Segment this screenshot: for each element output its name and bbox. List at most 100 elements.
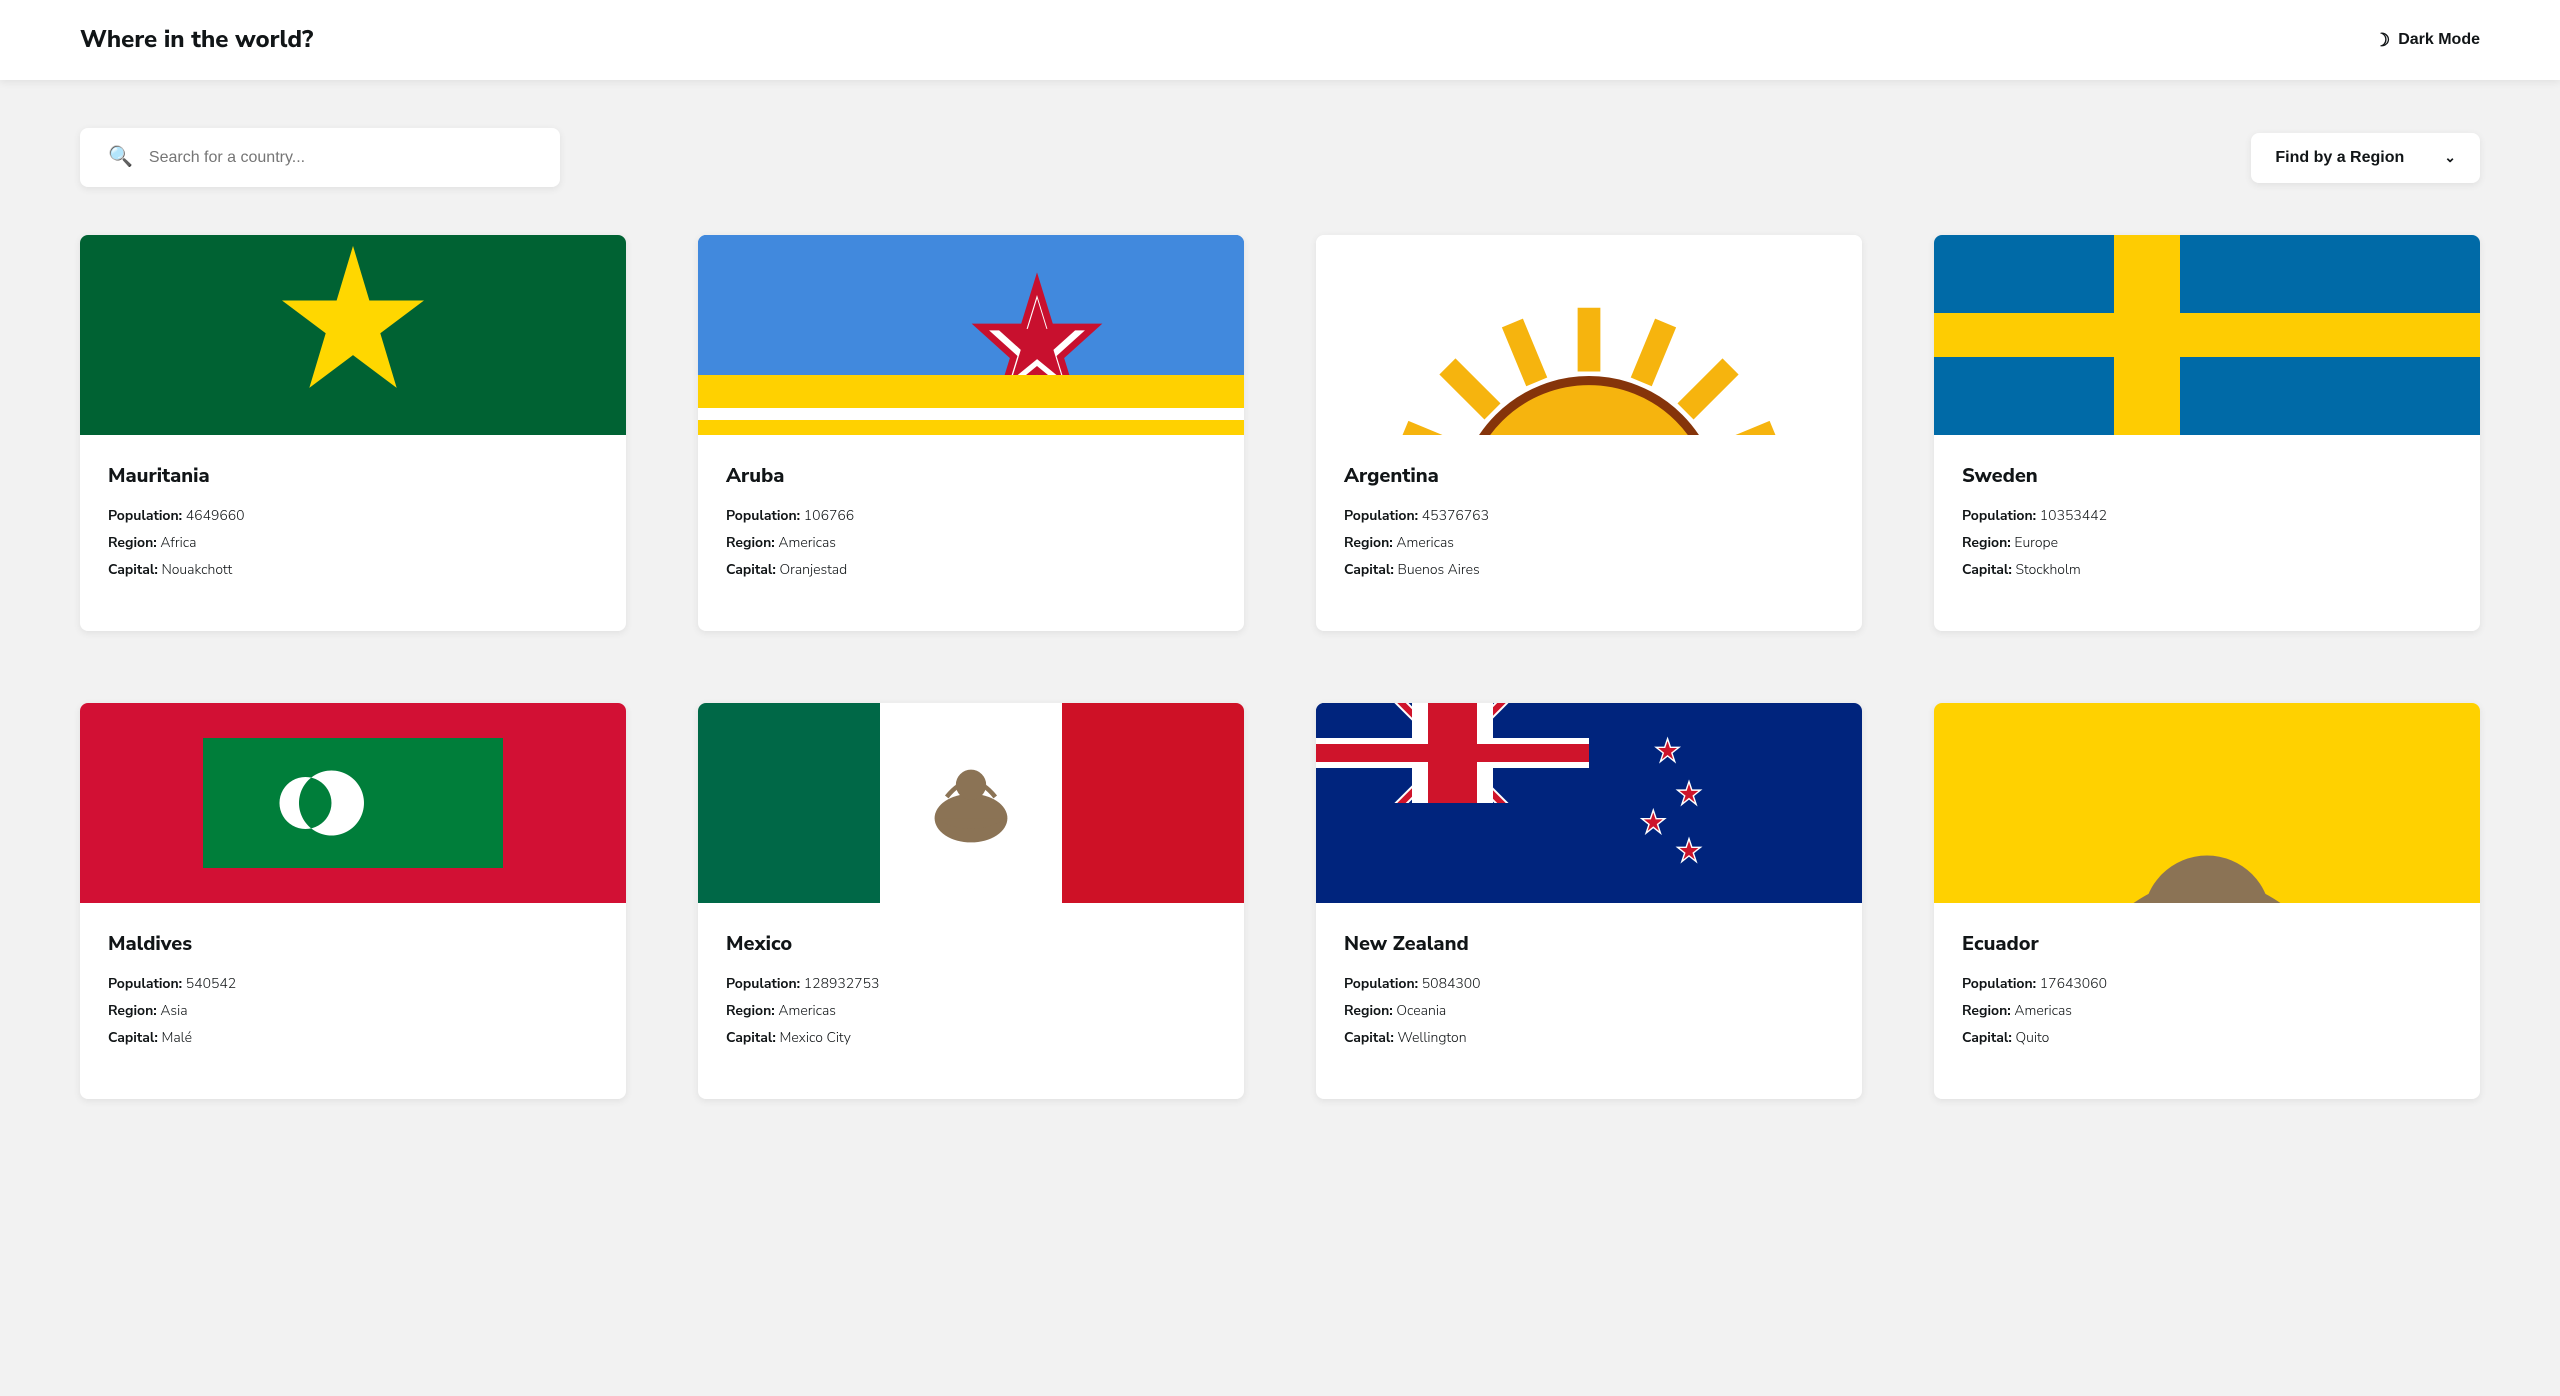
search-box: 🔍 (80, 128, 560, 187)
countries-grid: Mauritania Population: 4649660 Region: A… (80, 235, 2480, 1099)
country-flag (1934, 235, 2480, 435)
country-region: Region: Americas (1962, 1001, 2452, 1020)
capital-value: Wellington (1397, 1028, 1466, 1047)
capital-value: Mexico City (779, 1028, 850, 1047)
country-flag (80, 703, 626, 903)
country-card[interactable]: Mauritania Population: 4649660 Region: A… (80, 235, 626, 631)
region-label: Region: (1962, 1001, 2011, 1020)
country-flag (1934, 703, 2480, 903)
region-label: Region: (1344, 1001, 1393, 1020)
country-capital: Capital: Buenos Aires (1344, 560, 1834, 579)
population-label: Population: (726, 974, 800, 993)
region-label: Region: (108, 533, 157, 552)
site-header: Where in the world? ☽ Dark Mode (0, 0, 2560, 80)
region-label: Region: (108, 1001, 157, 1020)
capital-label: Capital: (1344, 560, 1394, 579)
capital-value: Oranjestad (779, 560, 847, 579)
region-value: Americas (778, 533, 836, 552)
country-name: Ecuador (1962, 931, 2452, 958)
country-name: Argentina (1344, 463, 1834, 490)
region-value: Africa (160, 533, 196, 552)
country-name: Mauritania (108, 463, 598, 490)
region-dropdown: Find by a Region ⌄ (2251, 133, 2480, 183)
population-label: Population: (1344, 974, 1418, 993)
card-body: Mexico Population: 128932753 Region: Ame… (698, 903, 1244, 1099)
country-capital: Capital: Wellington (1344, 1028, 1834, 1047)
capital-label: Capital: (1344, 1028, 1394, 1047)
country-card[interactable]: Maldives Population: 540542 Region: Asia… (80, 703, 626, 1099)
region-value: Americas (778, 1001, 836, 1020)
capital-label: Capital: (1962, 1028, 2012, 1047)
population-label: Population: (1962, 974, 2036, 993)
country-card[interactable]: Sweden Population: 10353442 Region: Euro… (1934, 235, 2480, 631)
region-value: Asia (160, 1001, 187, 1020)
capital-label: Capital: (1962, 560, 2012, 579)
card-body: Maldives Population: 540542 Region: Asia… (80, 903, 626, 1099)
country-card[interactable]: Ecuador Population: 17643060 Region: Ame… (1934, 703, 2480, 1099)
country-population: Population: 5084300 (1344, 974, 1834, 993)
country-name: Maldives (108, 931, 598, 958)
country-region: Region: Asia (108, 1001, 598, 1020)
country-flag (698, 235, 1244, 435)
country-card[interactable]: New Zealand Population: 5084300 Region: … (1316, 703, 1862, 1099)
population-label: Population: (108, 974, 182, 993)
dark-mode-label: Dark Mode (2398, 31, 2480, 49)
country-card[interactable]: Aruba Population: 106766 Region: America… (698, 235, 1244, 631)
population-value: 106766 (804, 506, 854, 525)
moon-icon: ☽ (2374, 30, 2390, 51)
country-name: Sweden (1962, 463, 2452, 490)
population-label: Population: (726, 506, 800, 525)
region-value: Europe (2014, 533, 2058, 552)
dark-mode-toggle[interactable]: ☽ Dark Mode (2374, 30, 2480, 51)
country-region: Region: Americas (1344, 533, 1834, 552)
region-label: Region: (726, 533, 775, 552)
capital-value: Stockholm (2015, 560, 2080, 579)
capital-label: Capital: (108, 1028, 158, 1047)
card-body: New Zealand Population: 5084300 Region: … (1316, 903, 1862, 1099)
capital-value: Malé (161, 1028, 192, 1047)
population-value: 5084300 (1422, 974, 1481, 993)
country-region: Region: Americas (726, 1001, 1216, 1020)
population-label: Population: (1344, 506, 1418, 525)
country-capital: Capital: Malé (108, 1028, 598, 1047)
country-capital: Capital: Oranjestad (726, 560, 1216, 579)
region-value: Americas (2014, 1001, 2072, 1020)
country-name: Aruba (726, 463, 1216, 490)
region-value: Oceania (1396, 1001, 1446, 1020)
country-population: Population: 106766 (726, 506, 1216, 525)
country-card[interactable]: Argentina Population: 45376763 Region: A… (1316, 235, 1862, 631)
controls-bar: 🔍 Find by a Region ⌄ (80, 128, 2480, 187)
country-population: Population: 128932753 (726, 974, 1216, 993)
card-body: Ecuador Population: 17643060 Region: Ame… (1934, 903, 2480, 1099)
population-value: 540542 (186, 974, 236, 993)
region-label: Region: (1344, 533, 1393, 552)
country-population: Population: 17643060 (1962, 974, 2452, 993)
population-value: 4649660 (186, 506, 245, 525)
population-value: 45376763 (1422, 506, 1489, 525)
region-label: Region: (1962, 533, 2011, 552)
population-label: Population: (108, 506, 182, 525)
capital-value: Quito (2015, 1028, 2049, 1047)
region-value: Americas (1396, 533, 1454, 552)
card-body: Aruba Population: 106766 Region: America… (698, 435, 1244, 631)
region-label: Region: (726, 1001, 775, 1020)
country-capital: Capital: Quito (1962, 1028, 2452, 1047)
country-flag (1316, 703, 1862, 903)
country-population: Population: 4649660 (108, 506, 598, 525)
country-name: New Zealand (1344, 931, 1834, 958)
card-body: Sweden Population: 10353442 Region: Euro… (1934, 435, 2480, 631)
population-value: 10353442 (2040, 506, 2107, 525)
country-card[interactable]: Mexico Population: 128932753 Region: Ame… (698, 703, 1244, 1099)
search-input[interactable] (149, 149, 532, 167)
site-title: Where in the world? (80, 24, 313, 56)
region-dropdown-button[interactable]: Find by a Region ⌄ (2251, 133, 2480, 183)
country-population: Population: 540542 (108, 974, 598, 993)
region-dropdown-label: Find by a Region (2275, 149, 2404, 167)
country-population: Population: 45376763 (1344, 506, 1834, 525)
country-name: Mexico (726, 931, 1216, 958)
main-content: 🔍 Find by a Region ⌄ (0, 80, 2560, 1147)
country-capital: Capital: Mexico City (726, 1028, 1216, 1047)
country-region: Region: Americas (726, 533, 1216, 552)
capital-value: Nouakchott (161, 560, 232, 579)
country-population: Population: 10353442 (1962, 506, 2452, 525)
